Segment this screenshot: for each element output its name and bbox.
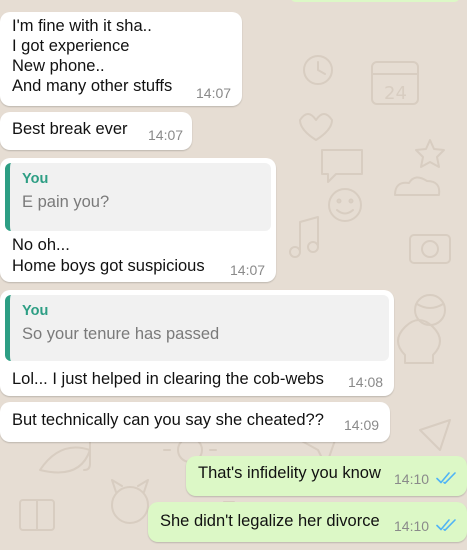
message-timestamp: 14:07 <box>230 262 266 278</box>
quoted-text: E pain you? <box>22 193 110 211</box>
message-timestamp: 14:08 <box>348 374 384 390</box>
outgoing-message[interactable]: She didn't legalize her divorce 14:10 <box>148 502 467 542</box>
incoming-message[interactable]: I'm fine with it sha.. I got experience … <box>0 12 242 106</box>
message-line: And many other stuffs <box>12 77 173 95</box>
message-line: I'm fine with it sha.. <box>12 17 152 35</box>
incoming-reply-message[interactable]: You E pain you? No oh... Home boys got s… <box>0 158 276 282</box>
chat-conversation[interactable]: I'm fine with it sha.. I got experience … <box>0 0 467 550</box>
message-timestamp: 14:10 <box>394 518 430 534</box>
message-line: I got experience <box>12 37 130 55</box>
double-check-read-icon <box>436 519 456 531</box>
outgoing-message[interactable]: That's infidelity you know 14:10 <box>186 456 467 496</box>
message-line: Best break ever <box>12 120 128 138</box>
double-check-read-icon <box>436 472 456 484</box>
message-timestamp: 14:09 <box>344 417 380 433</box>
incoming-message[interactable]: But technically can you say she cheated?… <box>0 402 390 442</box>
message-timestamp: 14:10 <box>394 471 430 487</box>
quoted-author: You <box>22 303 49 319</box>
message-line: She didn't legalize her divorce <box>160 512 380 530</box>
message-line: Home boys got suspicious <box>12 257 205 275</box>
message-line: Lol... I just helped in clearing the cob… <box>12 370 324 388</box>
quoted-message[interactable]: You E pain you? <box>5 163 271 231</box>
message-line: No oh... <box>12 236 70 254</box>
incoming-message[interactable]: Best break ever 14:07 <box>0 112 192 150</box>
message-timestamp: 14:07 <box>148 127 184 143</box>
quoted-author: You <box>22 171 49 187</box>
quoted-text: So your tenure has passed <box>22 325 220 343</box>
message-line: But technically can you say she cheated?… <box>12 411 324 429</box>
quoted-message[interactable]: You So your tenure has passed <box>5 295 389 361</box>
message-line: New phone.. <box>12 57 105 75</box>
incoming-reply-message[interactable]: You So your tenure has passed Lol... I j… <box>0 290 394 396</box>
message-line: That's infidelity you know <box>198 464 381 482</box>
message-timestamp: 14:07 <box>196 85 232 101</box>
